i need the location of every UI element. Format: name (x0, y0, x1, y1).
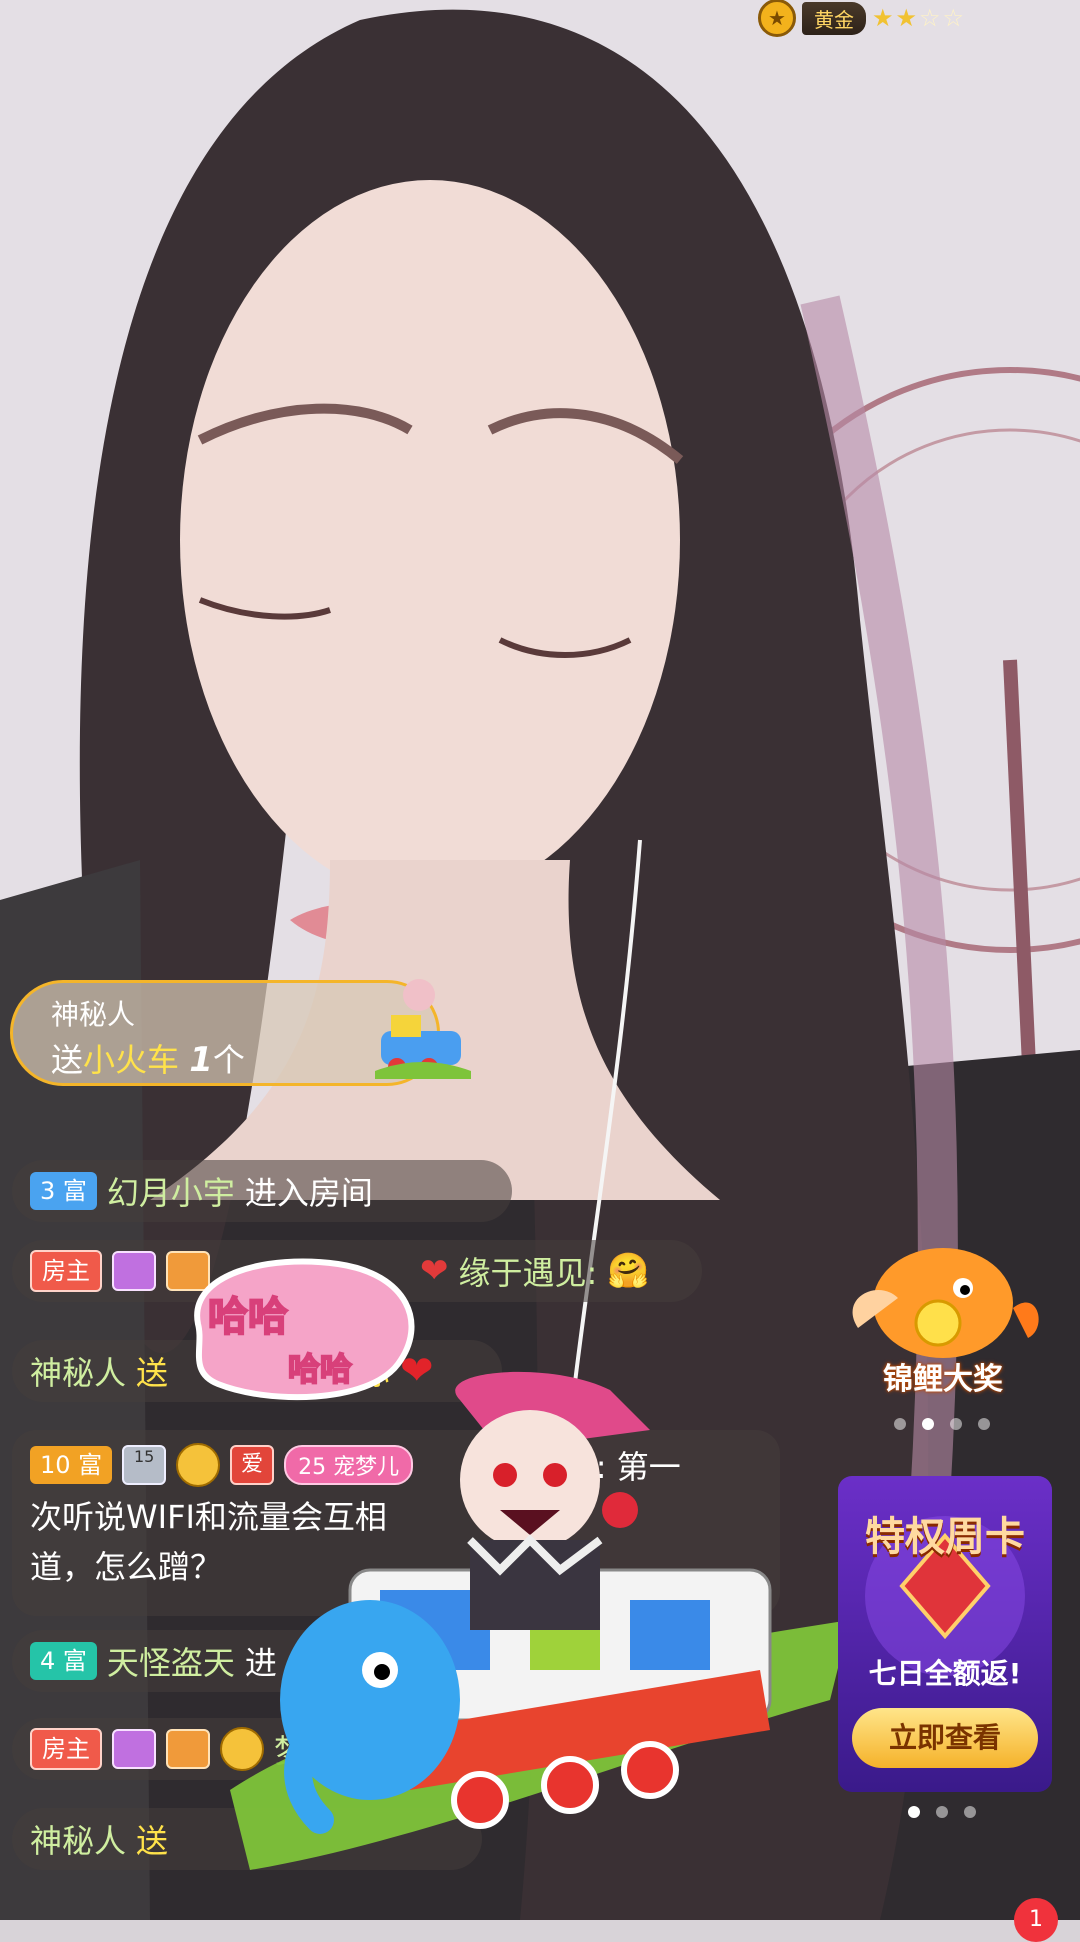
gift-count: 1 (189, 1040, 213, 1080)
chat-message-enter[interactable]: 3 富 幻月小宇 进入房间 (12, 1160, 512, 1222)
room-owner-badge: 房主 (30, 1728, 102, 1770)
guardian-icon (112, 1251, 156, 1291)
koi-carousel-dots (894, 1418, 990, 1430)
chat-text: 进入房间 (244, 1174, 373, 1212)
train-gift-animation (230, 1371, 850, 1870)
gift-unit: 个 (212, 1041, 245, 1079)
gift-sender: 神秘人 (51, 998, 136, 1031)
carousel-dot-active (922, 1418, 934, 1430)
card-subtitle: 七日全额返! (868, 1657, 1022, 1690)
koi-fish-icon (852, 1248, 1039, 1358)
chat-username[interactable]: 缘于遇见: (459, 1248, 598, 1294)
rank-stars: ★★☆☆ (872, 4, 966, 32)
room-owner-badge: 房主 (30, 1250, 102, 1292)
guardian-icon (112, 1729, 156, 1769)
shield-level-icon: 15 (122, 1445, 167, 1485)
carousel-dot-active (908, 1806, 920, 1818)
chat-username[interactable]: 天怪盗天 (107, 1638, 235, 1684)
star-icon: ★★ (872, 4, 920, 32)
chat-username[interactable]: 神秘人 (30, 1348, 126, 1394)
wealth-level-badge: 10 富 (30, 1446, 113, 1484)
card-title: 特权周卡 (865, 1514, 1025, 1560)
gift-name: 小火车 (83, 1041, 180, 1079)
privilege-weekly-card[interactable]: 特权周卡 七日全额返! 立即查看 (838, 1476, 1052, 1792)
carousel-dot (894, 1418, 906, 1430)
carousel-dot (964, 1806, 976, 1818)
wealth-level-badge: 4 富 (30, 1642, 97, 1680)
chat-username[interactable]: 神秘人 (30, 1816, 126, 1862)
pray-emoji-icon: 🤗 (607, 1251, 650, 1291)
card-carousel-dots (908, 1806, 976, 1818)
carousel-dot (978, 1418, 990, 1430)
wealth-level-badge: 3 富 (30, 1172, 97, 1210)
star-medal-icon: ★ (758, 0, 796, 37)
train-gift-icon (375, 979, 471, 1079)
view-now-button[interactable]: 立即查看 (852, 1708, 1038, 1768)
star-level-icon (176, 1443, 221, 1487)
chat-username[interactable]: 幻月小宇 (107, 1168, 235, 1214)
noble-icon (166, 1729, 210, 1769)
sticker-text-top: 哈哈 (208, 1294, 288, 1340)
gift-line: 送小火车 1个 (51, 1035, 245, 1081)
star-empty-icon: ☆☆ (919, 4, 967, 32)
koi-prize-button[interactable]: 锦鲤大奖 (838, 1228, 1048, 1398)
notification-badge[interactable]: 1 (1014, 1898, 1058, 1942)
chat-text-line3: 道，怎么蹭？ (30, 1548, 223, 1586)
chat-text: 送 (136, 1354, 169, 1392)
gift-verb: 送 (51, 1041, 84, 1079)
koi-prize-label: 锦鲤大奖 (883, 1362, 1003, 1397)
anchor-rank-badge[interactable]: ★ 黄金 ★★☆☆ (758, 0, 966, 37)
chat-text: 送 (136, 1822, 169, 1860)
gift-banner: 神秘人 送小火车 1个 (10, 979, 471, 1086)
carousel-dot (936, 1806, 948, 1818)
carousel-dot (950, 1418, 962, 1430)
rank-tier-label: 黄金 (802, 1, 866, 35)
